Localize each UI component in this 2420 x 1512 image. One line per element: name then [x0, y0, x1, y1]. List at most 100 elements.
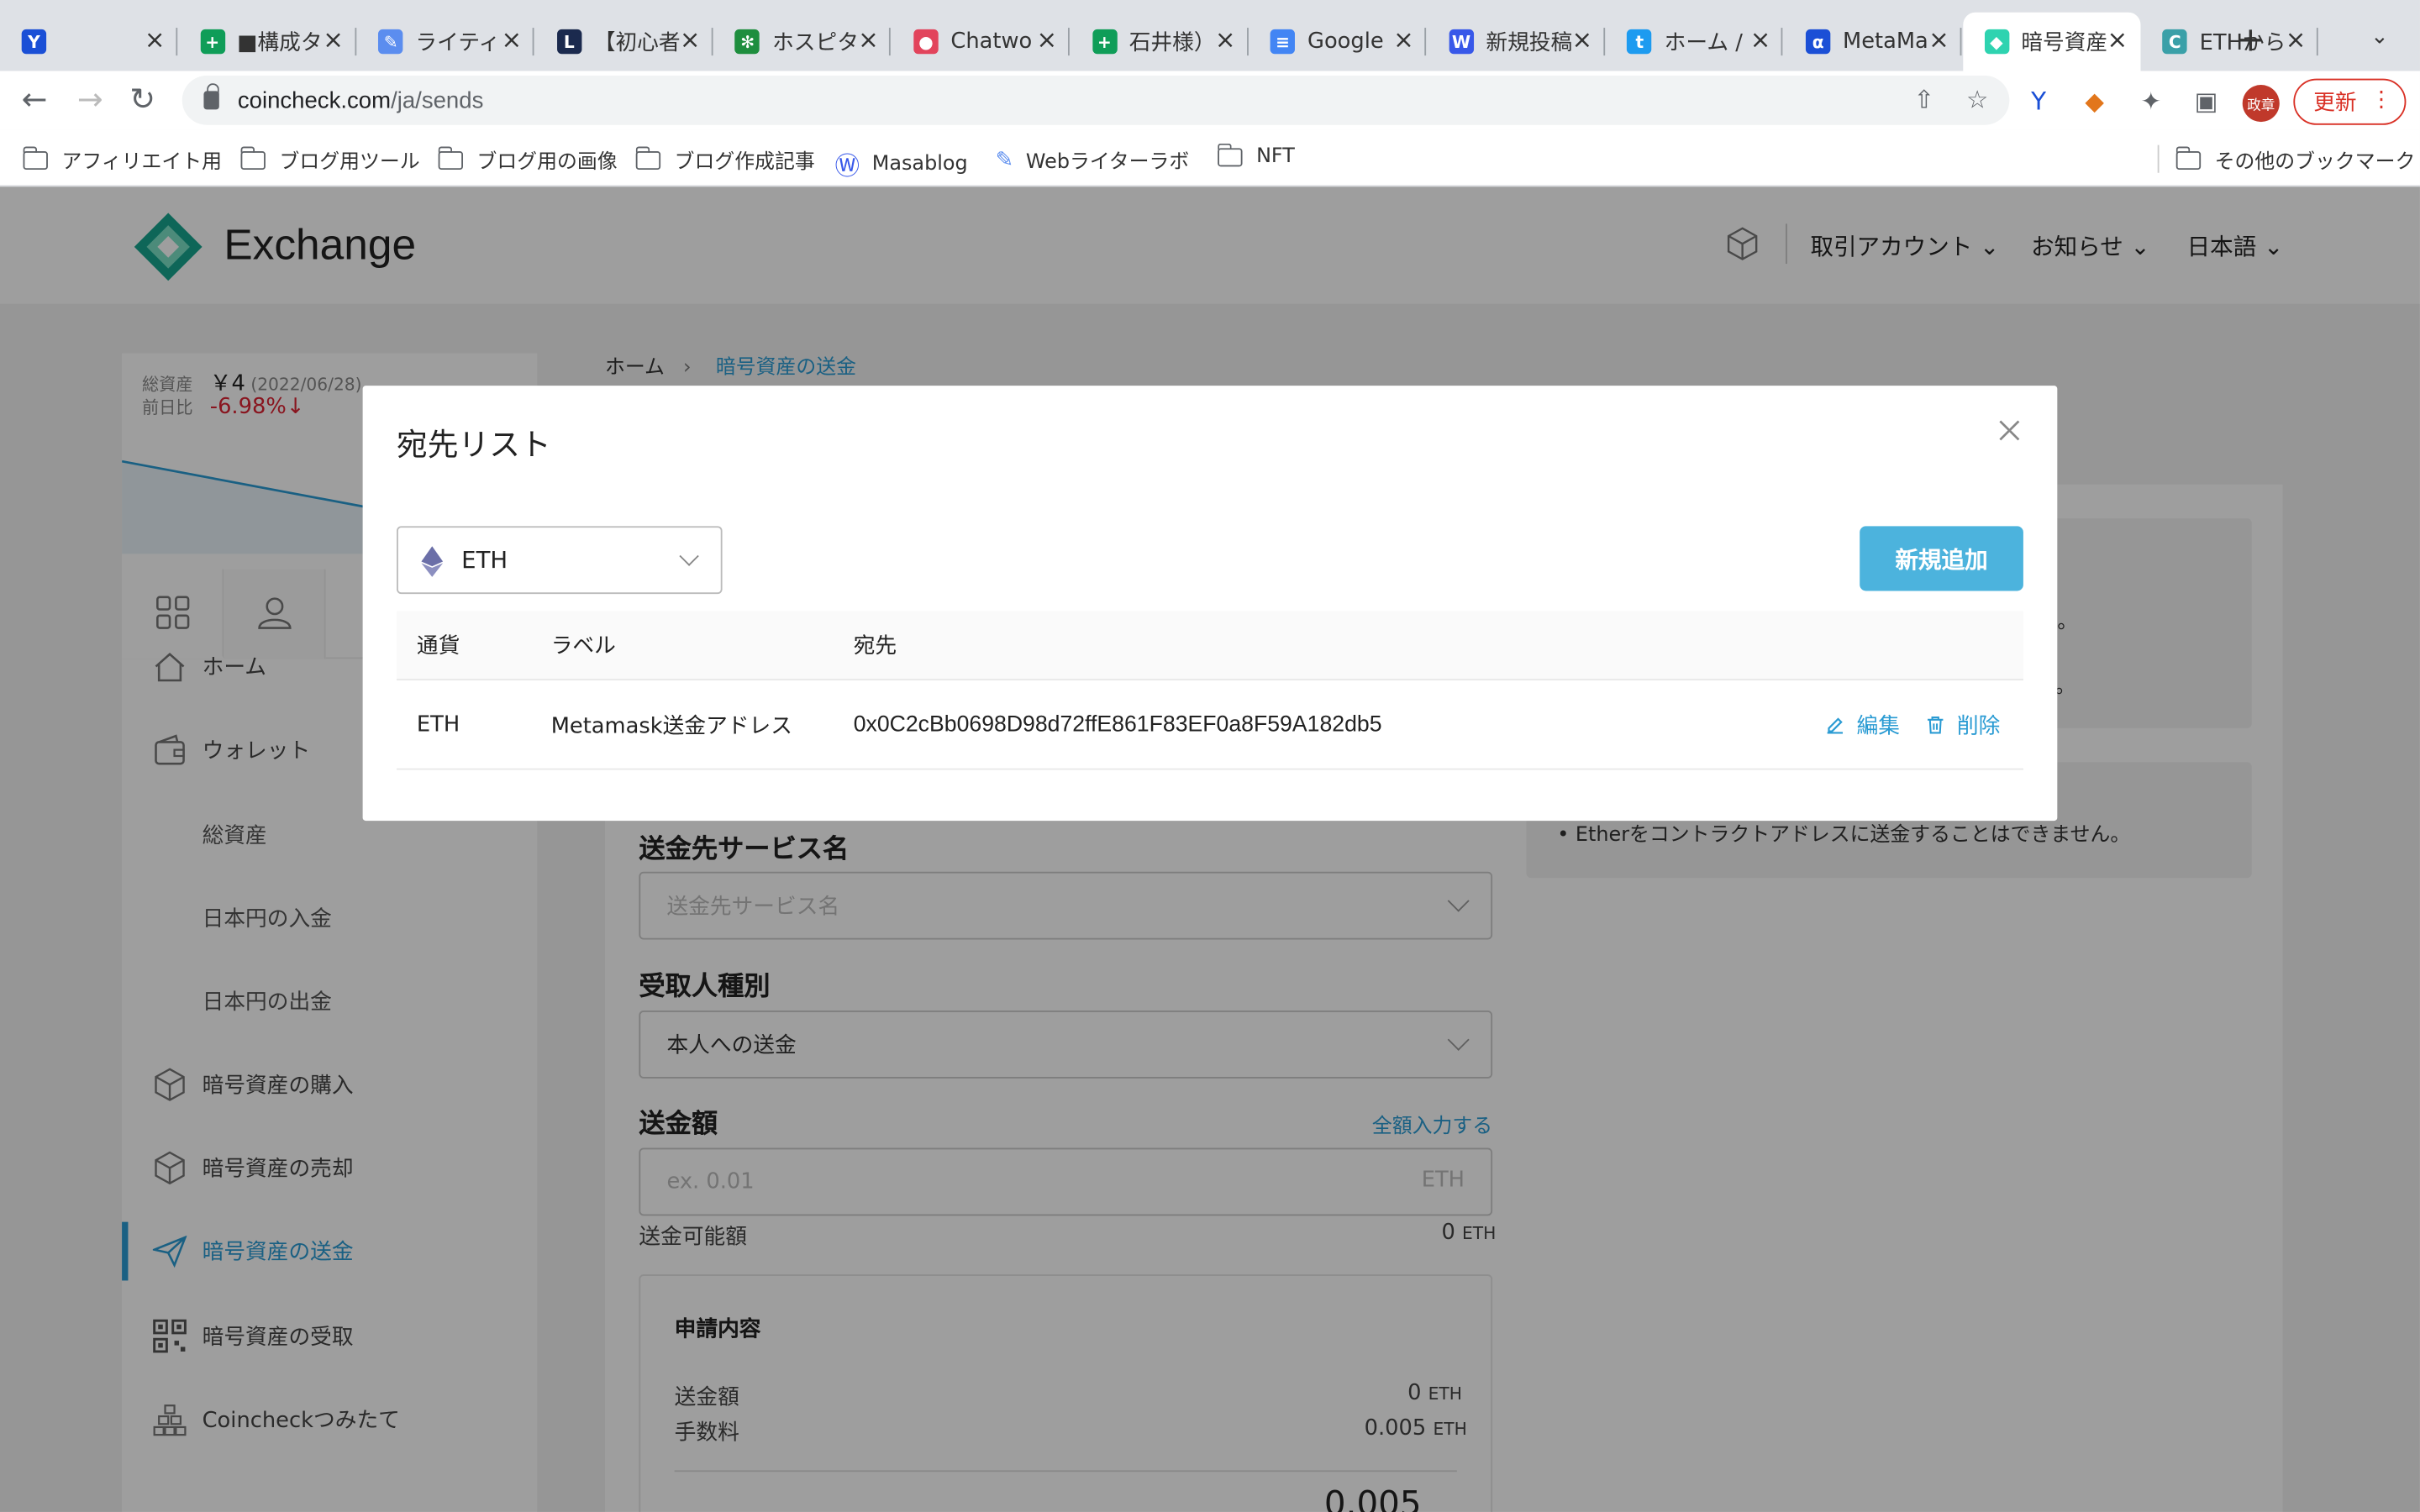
tab-favicon-icon: ✻	[734, 29, 760, 55]
edit-button[interactable]: 編集	[1826, 680, 1900, 769]
folder-icon	[634, 145, 661, 170]
tab-close-icon[interactable]: ×	[145, 27, 166, 52]
trash-icon	[1928, 716, 1944, 733]
address-list-modal: 宛先リスト ETH 新規追加 通貨 ラベル 宛先 ETH Metamask送金ア…	[362, 386, 2058, 822]
browser-tab[interactable]: t ホーム / ×	[1606, 13, 1784, 71]
browser-tab[interactable]: L 【初心者 ×	[535, 13, 713, 71]
currency-select[interactable]: ETH	[397, 526, 723, 595]
other-bookmarks[interactable]: その他のブックマーク	[2175, 145, 2415, 175]
folder-icon	[239, 145, 266, 170]
tab-title: Google	[1307, 29, 1384, 55]
tab-title: ホーム /	[1664, 30, 1743, 56]
tab-favicon-icon: W	[1449, 29, 1474, 55]
new-tab-button[interactable]: +	[2236, 22, 2265, 60]
tab-close-icon[interactable]: ×	[323, 27, 344, 52]
tab-close-icon[interactable]: ×	[680, 27, 701, 52]
tab-favicon-icon: α	[1805, 29, 1831, 55]
bookmark-item[interactable]: ✎ Webライターラボ	[995, 145, 1190, 174]
tab-title: ライティ	[415, 30, 501, 56]
tab-close-icon[interactable]: ×	[1750, 27, 1771, 52]
browser-tab[interactable]: ◆ 暗号資産 ×	[1962, 12, 2140, 71]
tab-title: 【初心者	[593, 30, 681, 56]
url-text: coincheck.com/ja/sends	[237, 87, 484, 113]
tab-close-icon[interactable]: ×	[1928, 27, 1949, 52]
browser-tab[interactable]: ≡ Google ×	[1249, 13, 1427, 71]
lock-icon	[203, 83, 219, 110]
add-new-button[interactable]: 新規追加	[1860, 526, 2023, 591]
reload-button[interactable]: ↻	[129, 83, 155, 114]
bookmarks-bar: アフィリエイト用 ブログ用ツール ブログ用の画像 ブログ作成記事 Ⓦ Masablog ✎ W…	[0, 129, 2420, 187]
chevron-down-icon	[679, 546, 699, 566]
browser-tab[interactable]: ● Chatwo ×	[892, 13, 1070, 71]
tab-title: 暗号資産	[2021, 30, 2108, 56]
folder-icon	[22, 145, 48, 170]
tab-title: Chatwo	[950, 29, 1033, 55]
tab-close-icon[interactable]: ×	[1571, 27, 1592, 52]
tab-search-icon[interactable]: ⌄	[2370, 24, 2389, 49]
tab-title: ■構成タ	[237, 30, 323, 56]
browser-tab-strip: Y × + ■構成タ × ✎ ライティ × L 【初心者 × ✻ ホスピタ × ● Chatwo × + 石井様） ×…	[0, 0, 2420, 71]
browser-tab[interactable]: ✎ ライティ ×	[357, 13, 534, 71]
bookmark-item[interactable]: Ⓦ Masablog	[835, 145, 968, 182]
column-label: ラベル	[550, 633, 616, 659]
bookmark-item[interactable]: ブログ用ツール	[239, 145, 420, 175]
browser-tab[interactable]: + ■構成タ ×	[178, 13, 356, 71]
wordpress-icon: Ⓦ	[834, 150, 860, 181]
tab-favicon-icon: ●	[913, 29, 939, 55]
browser-tab[interactable]: α MetaMa ×	[1784, 13, 1962, 71]
extensions-puzzle-icon[interactable]: ✦	[2141, 87, 2162, 116]
tab-title: ホスピタ	[772, 30, 859, 56]
update-button[interactable]: 更新 ⋮	[2293, 78, 2407, 125]
tab-favicon-icon: Y	[21, 29, 47, 55]
pencil-icon	[1827, 717, 1844, 733]
bookmark-item[interactable]: ブログ作成記事	[634, 145, 815, 175]
browser-tab[interactable]: ✻ ホスピタ ×	[713, 13, 892, 71]
tab-close-icon[interactable]: ×	[2107, 27, 2128, 52]
table-row: ETH Metamask送金アドレス 0x0C2cBb0698D98d72ffE…	[397, 680, 2023, 770]
share-icon[interactable]: ⇧	[1914, 85, 1935, 114]
tab-close-icon[interactable]: ×	[1215, 27, 1236, 52]
tab-close-icon[interactable]: ×	[502, 27, 523, 52]
bookmark-item[interactable]: アフィリエイト用	[22, 145, 222, 175]
forward-button[interactable]: →	[77, 83, 103, 114]
tab-close-icon[interactable]: ×	[1037, 27, 1058, 52]
tab-favicon-icon: ◆	[1984, 29, 2009, 55]
bookmark-item[interactable]: NFT	[1217, 142, 1295, 168]
browser-tab[interactable]: Y ×	[0, 13, 178, 71]
metamask-icon[interactable]: ◆	[2085, 87, 2104, 116]
folder-icon	[437, 145, 464, 170]
tab-close-icon[interactable]: ×	[858, 27, 879, 52]
ethereum-icon	[421, 546, 444, 577]
tab-favicon-icon: C	[2162, 29, 2187, 55]
tab-title: 石井様）	[1128, 30, 1216, 56]
column-address: 宛先	[853, 633, 897, 659]
bookmark-star-icon[interactable]: ☆	[1966, 85, 1988, 114]
tab-favicon-icon: L	[556, 29, 582, 55]
tab-close-icon[interactable]: ×	[2286, 27, 2307, 52]
tab-favicon-icon: ≡	[1270, 29, 1296, 55]
address-bar[interactable]: coincheck.com/ja/sends ⇧ ☆	[182, 75, 2010, 125]
delete-button[interactable]: 削除	[1926, 680, 2000, 769]
table-header: 通貨 ラベル 宛先	[397, 611, 2023, 680]
tab-favicon-icon: +	[200, 29, 225, 55]
tab-close-icon[interactable]: ×	[1393, 27, 1414, 52]
close-icon[interactable]	[1996, 417, 2023, 444]
modal-title: 宛先リスト	[397, 425, 551, 464]
row-label: Metamask送金アドレス	[550, 713, 792, 738]
profile-avatar[interactable]: 政章	[2242, 85, 2280, 123]
row-currency: ETH	[416, 711, 460, 738]
side-panel-icon[interactable]: ▣	[2195, 87, 2218, 116]
menu-dots-icon: ⋮	[2370, 87, 2392, 113]
browser-tab[interactable]: + 石井様） ×	[1071, 13, 1249, 71]
row-address: 0x0C2cBb0698D98d72ffE861F83EF0a8F59A182d…	[853, 711, 1382, 738]
pen-icon: ✎	[995, 147, 1014, 172]
back-button[interactable]: ←	[22, 83, 48, 114]
browser-tab[interactable]: C ETHから ×	[2141, 13, 2319, 71]
browser-toolbar: ← → ↻ coincheck.com/ja/sends ⇧ ☆ Y ◆ ✦ ▣…	[0, 71, 2420, 130]
tab-favicon-icon: ✎	[378, 29, 403, 55]
bookmark-item[interactable]: ブログ用の画像	[437, 145, 618, 175]
tab-favicon-icon: t	[1627, 29, 1652, 55]
browser-tab[interactable]: W 新規投稿 ×	[1428, 13, 1605, 71]
tab-favicon-icon: +	[1092, 29, 1118, 55]
extension-y-icon[interactable]: Y	[2031, 87, 2046, 116]
